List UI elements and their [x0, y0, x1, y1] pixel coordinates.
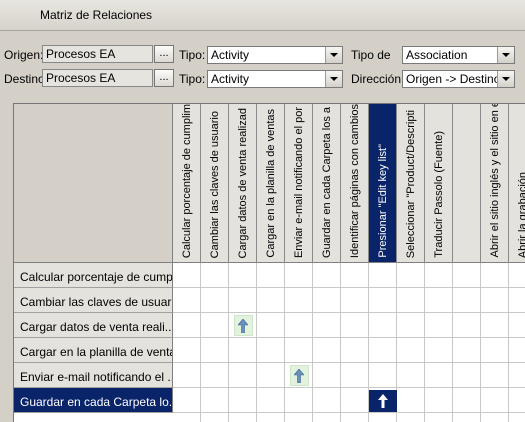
- row-header[interactable]: Guardar en cada Carpeta lo...: [14, 388, 173, 413]
- column-header[interactable]: Cargar datos de venta realizad: [229, 104, 257, 263]
- column-header-label: Seleccionar "Product/Descripti: [405, 109, 417, 258]
- grid-line: [173, 362, 525, 363]
- up-arrow-icon: [378, 393, 388, 408]
- column-header[interactable]: Enviar e-mail notificando el por: [285, 104, 313, 263]
- column-header-label: Traducir Passolo (Fuente): [433, 131, 445, 258]
- column-header[interactable]: Presionar "Edit key list": [369, 104, 397, 263]
- title-bar: Matriz de Relaciones: [0, 0, 525, 31]
- tipo-destino-value: Activity: [211, 72, 250, 86]
- matrix-corner: [14, 104, 173, 263]
- grid-line: [173, 312, 525, 313]
- column-header[interactable]: Cargar en la planilla de ventas: [257, 104, 285, 263]
- tipo-de-select[interactable]: Association: [402, 46, 515, 64]
- destino-field[interactable]: Procesos EA: [42, 69, 153, 87]
- grid-line: [173, 387, 525, 388]
- tipo-destino-label: Tipo:: [179, 72, 206, 86]
- row-header[interactable]: Enviar e-mail notificando el ...: [14, 363, 173, 388]
- column-header[interactable]: [453, 104, 481, 263]
- destino-label: Destino: [4, 72, 45, 86]
- column-header-label: Cargar en la planilla de ventas: [265, 109, 277, 258]
- tipo-origen-value: Activity: [211, 48, 250, 62]
- column-header-label: Identificar páginas con cambios: [349, 104, 361, 258]
- row-header[interactable]: Calcular porcentaje de cump...: [14, 263, 173, 288]
- relation-cell[interactable]: [233, 315, 253, 336]
- chevron-down-icon[interactable]: [497, 47, 514, 63]
- direccion-label: Dirección:: [351, 72, 405, 86]
- column-header-label: Abrir el sitio inglés y el sitio en e: [489, 104, 501, 258]
- row-header[interactable]: Cargar datos de venta reali...: [14, 313, 173, 338]
- column-header[interactable]: Identificar páginas con cambios: [341, 104, 369, 263]
- chevron-down-icon[interactable]: [497, 71, 514, 87]
- origen-label: Origen:: [4, 48, 44, 62]
- column-header-label: Presionar "Edit key list": [377, 144, 389, 258]
- window-title: Matriz de Relaciones: [40, 8, 153, 22]
- column-header[interactable]: Seleccionar "Product/Descripti: [397, 104, 425, 263]
- column-header-label: Calcular porcentaje de cumplim: [181, 104, 193, 258]
- column-header[interactable]: Traducir Passolo (Fuente): [425, 104, 453, 263]
- origen-field[interactable]: Procesos EA: [42, 45, 153, 63]
- up-arrow-icon: [238, 318, 248, 333]
- column-header-label: Cambiar las claves de usuario: [209, 110, 221, 258]
- tipo-origen-select[interactable]: Activity: [207, 46, 343, 64]
- column-header-label: Abrir la grabación: [517, 171, 525, 258]
- relation-cell[interactable]: [289, 365, 309, 386]
- column-header[interactable]: Guardar en cada Carpeta los a: [313, 104, 341, 263]
- row-header[interactable]: Cambiar las claves de usuari...: [14, 288, 173, 313]
- row-header[interactable]: Cargar en la planilla de ventas: [14, 338, 173, 363]
- tipo-de-label: Tipo de: [351, 48, 391, 62]
- grid-line: [173, 287, 525, 288]
- column-header[interactable]: Calcular porcentaje de cumplim: [173, 104, 201, 263]
- tipo-destino-select[interactable]: Activity: [207, 70, 343, 88]
- grid-line: [173, 412, 525, 413]
- column-header-label: Enviar e-mail notificando el por: [293, 106, 305, 258]
- origen-browse-button[interactable]: ...: [154, 45, 174, 63]
- chevron-down-icon[interactable]: [325, 71, 342, 87]
- direccion-value: Origen -> Destino: [406, 72, 501, 86]
- destino-browse-button[interactable]: ...: [154, 69, 174, 87]
- column-header-label: Cargar datos de venta realizad: [237, 107, 249, 258]
- column-header[interactable]: Abrir la grabación: [509, 104, 525, 263]
- column-header[interactable]: Abrir el sitio inglés y el sitio en e: [481, 104, 509, 263]
- column-header-label: Guardar en cada Carpeta los a: [321, 106, 333, 258]
- up-arrow-icon: [294, 368, 304, 383]
- chevron-down-icon[interactable]: [325, 47, 342, 63]
- grid-line: [173, 337, 525, 338]
- relation-cell[interactable]: [369, 389, 397, 412]
- tipo-origen-label: Tipo:: [179, 48, 206, 62]
- relationship-matrix[interactable]: Calcular porcentaje de cumplim Cambiar la…: [13, 103, 525, 422]
- direccion-select[interactable]: Origen -> Destino: [402, 70, 515, 88]
- column-header[interactable]: Cambiar las claves de usuario: [201, 104, 229, 263]
- tipo-de-value: Association: [406, 48, 468, 62]
